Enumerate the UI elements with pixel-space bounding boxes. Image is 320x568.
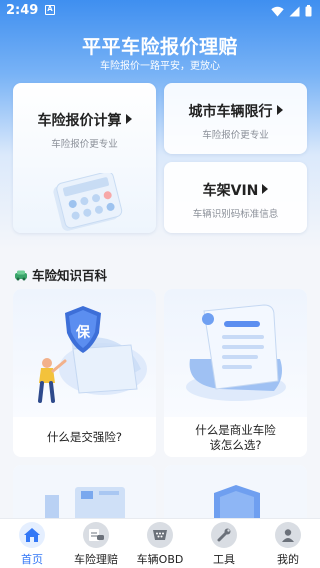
tab-claims[interactable]: 车险理赔: [64, 519, 128, 568]
article-title-line1: 什么是商业车险: [195, 423, 276, 437]
tab-profile-label: 我的: [277, 553, 299, 566]
tools-icon: [211, 522, 237, 548]
city-restriction-card[interactable]: 城市车辆限行 车险报价更专业: [164, 83, 307, 154]
article-title-line2: 该怎么选?: [209, 438, 262, 452]
status-time: 2:49: [6, 3, 39, 18]
profile-icon: [275, 522, 301, 548]
article-image: [13, 465, 156, 525]
tab-claims-label: 车险理赔: [74, 553, 118, 566]
article-card[interactable]: [13, 465, 156, 525]
vin-card[interactable]: 车架VIN 车辆识别码标准信息: [164, 162, 307, 233]
app-title: 平平车险报价理赔: [81, 36, 238, 58]
article-image: [164, 465, 307, 525]
battery-icon: [305, 5, 312, 17]
article-card[interactable]: 保 什么是交强险?: [13, 289, 156, 457]
restriction-card-title-row: 城市车辆限行: [164, 101, 307, 121]
arrow-right-icon: [276, 105, 283, 115]
tab-obd[interactable]: 车辆OBD: [128, 519, 192, 568]
home-icon: [19, 522, 45, 548]
article-image: 保: [13, 289, 156, 417]
car-book-icon: [15, 270, 27, 280]
tab-home[interactable]: 首页: [0, 519, 64, 568]
status-icons: [271, 5, 312, 17]
vin-card-subtitle: 车辆识别码标准信息: [192, 209, 279, 220]
calculator-icon: [53, 173, 123, 231]
article-badge: 保: [75, 324, 91, 341]
signal-icon: [289, 6, 300, 16]
wifi-icon: [271, 6, 284, 16]
arrow-right-icon: [262, 184, 269, 194]
claim-icon: [83, 522, 109, 548]
quote-card-title: 车险报价计算: [37, 113, 122, 129]
vin-card-title-row: 车架VIN: [164, 180, 307, 200]
tab-tools[interactable]: 工具: [192, 519, 256, 568]
article-card[interactable]: [164, 465, 307, 525]
quote-card-subtitle: 车险报价更专业: [51, 139, 118, 150]
article-image: [164, 289, 307, 417]
knowledge-title: 车险知识百科: [32, 268, 108, 283]
vin-card-title: 车架VIN: [202, 183, 259, 199]
tab-profile[interactable]: 我的: [256, 519, 320, 568]
insurance-shield-illustration: 保: [38, 306, 147, 403]
knowledge-header: 车险知识百科: [14, 265, 107, 284]
quote-card-title-row: 车险报价计算: [13, 110, 156, 130]
app-subtitle: 车险报价一路平安，更放心: [100, 61, 220, 72]
tab-home-label: 首页: [21, 553, 43, 566]
article-title: 什么是交强险?: [46, 430, 123, 444]
article-title: 什么是商业车险 该怎么选?: [164, 423, 307, 453]
status-bar: 2:49 A: [0, 0, 320, 22]
insurance-document-illustration: [186, 304, 286, 401]
restriction-card-subtitle: 车险报价更专业: [202, 130, 269, 141]
notification-icon: A: [45, 5, 55, 15]
tab-tools-label: 工具: [213, 553, 235, 566]
arrow-right-icon: [125, 114, 132, 124]
bottom-tab-bar: 首页 车险理赔 车辆OBD 工具 我的: [0, 518, 320, 568]
obd-icon: [147, 522, 173, 548]
article-card[interactable]: 什么是商业车险 该怎么选?: [164, 289, 307, 457]
quote-calculator-card[interactable]: 车险报价计算 车险报价更专业: [13, 83, 156, 233]
tab-obd-label: 车辆OBD: [136, 553, 184, 566]
knowledge-section: 车险知识百科 保 什么是交强险? 什么是商业车险 该怎么选?: [0, 256, 320, 525]
restriction-card-title: 城市车辆限行: [188, 104, 273, 120]
